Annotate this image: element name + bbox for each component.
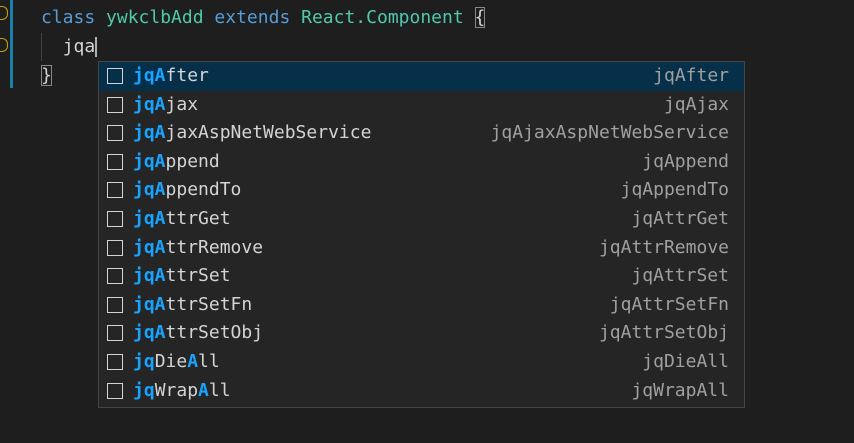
label-text: jax bbox=[165, 93, 199, 115]
suggestion-item[interactable]: jqAttrSetFn jqAttrSetFn bbox=[99, 291, 744, 320]
match-highlight: jqA bbox=[133, 150, 166, 172]
keyword-class: class bbox=[41, 7, 96, 28]
keyword-extends: extends bbox=[214, 7, 291, 28]
snippet-icon bbox=[107, 239, 123, 256]
label-text: ttrSetFn bbox=[165, 293, 253, 315]
close-brace: } bbox=[41, 65, 52, 86]
suggestion-widget[interactable]: jqAfter jqAfter jqAjax jqAjax jqAjaxAspNetWe… bbox=[98, 61, 745, 408]
label-text: ttrRemove bbox=[165, 236, 264, 258]
suggestion-detail: jqAjaxAspNetWebService bbox=[490, 122, 729, 144]
folding-icon[interactable] bbox=[0, 38, 8, 52]
suggestion-item[interactable]: jqAttrRemove jqAttrRemove bbox=[99, 234, 744, 263]
label-text: ppendTo bbox=[165, 179, 242, 201]
match-highlight: jqA bbox=[133, 207, 166, 229]
suggestion-label: jqAppendTo bbox=[133, 176, 241, 205]
open-brace: { bbox=[474, 7, 486, 28]
label-text: ppend bbox=[165, 150, 220, 172]
code-line-1[interactable]: class ywkclbAdd extends React.Component … bbox=[41, 4, 486, 32]
suggestion-item[interactable]: jqAjax jqAjax bbox=[99, 91, 744, 120]
suggestion-label: jqAttrSetObj bbox=[133, 319, 263, 348]
suggestion-label: jqAjaxAspNetWebService bbox=[133, 119, 371, 148]
suggestion-label: jqAttrGet bbox=[133, 205, 231, 234]
suggestion-detail: jqAttrGet bbox=[631, 207, 729, 229]
suggestion-detail: jqDieAll bbox=[642, 350, 729, 372]
snippet-icon bbox=[107, 353, 123, 370]
suggestion-item[interactable]: jqDieAll jqDieAll bbox=[99, 348, 744, 377]
snippet-icon bbox=[107, 325, 123, 342]
suggestion-item[interactable]: jqAppend jqAppend bbox=[99, 148, 744, 177]
label-text: fter bbox=[165, 65, 209, 86]
snippet-icon bbox=[107, 68, 123, 84]
typed-text: jqa bbox=[62, 36, 96, 57]
class-name: ywkclbAdd bbox=[106, 7, 204, 28]
suggestion-detail: jqAfter bbox=[653, 65, 729, 86]
suggestion-label: jqAttrRemove bbox=[133, 234, 263, 263]
suggestion-detail: jqAppend bbox=[642, 150, 729, 172]
snippet-icon bbox=[107, 210, 123, 227]
label-text: ttrGet bbox=[165, 207, 231, 229]
base-class: React.Component bbox=[301, 7, 464, 28]
match-highlight: jqA bbox=[133, 65, 166, 86]
match-highlight: jqA bbox=[133, 122, 166, 144]
suggestion-detail: jqAjax bbox=[663, 93, 729, 115]
label-text: jaxAspNetWebService bbox=[165, 122, 372, 144]
suggestion-label: jqAttrSet bbox=[133, 262, 231, 291]
match-highlight: jqA bbox=[133, 179, 166, 201]
suggestion-item[interactable]: jqAjaxAspNetWebService jqAjaxAspNetWebSer… bbox=[99, 119, 744, 148]
snippet-icon bbox=[107, 268, 123, 285]
editor-gutter bbox=[0, 0, 14, 443]
folding-icon[interactable] bbox=[0, 6, 8, 20]
suggestion-item[interactable]: jqAttrGet jqAttrGet bbox=[99, 205, 744, 234]
match-highlight: jqA bbox=[133, 236, 166, 258]
match-highlight: jqA bbox=[133, 265, 166, 287]
suggestion-detail: jqAttrSetObj bbox=[598, 322, 729, 344]
label-text: ll bbox=[198, 350, 220, 372]
suggestion-item[interactable]: jqAttrSet jqAttrSet bbox=[99, 262, 744, 291]
suggestion-detail: jqAttrRemove bbox=[598, 236, 729, 258]
suggestion-item[interactable]: jqAfter jqAfter bbox=[99, 62, 744, 91]
suggestion-label: jqAppend bbox=[133, 148, 220, 177]
suggestion-item[interactable]: jqWrapAll jqWrapAll bbox=[99, 377, 744, 406]
label-text: ttrSet bbox=[165, 265, 231, 287]
snippet-icon bbox=[107, 296, 123, 313]
match-highlight: jqA bbox=[133, 293, 166, 315]
text-cursor bbox=[95, 37, 98, 57]
label-text: ttrSetObj bbox=[165, 322, 264, 344]
snippet-icon bbox=[107, 96, 123, 113]
match-highlight: A bbox=[198, 379, 209, 401]
label-text: Wrap bbox=[154, 379, 199, 401]
snippet-icon bbox=[107, 153, 123, 170]
git-modified-marker bbox=[10, 0, 13, 88]
snippet-icon bbox=[107, 182, 123, 199]
suggestion-label: jqAjax bbox=[133, 91, 198, 120]
suggestion-label: jqDieAll bbox=[133, 348, 220, 377]
snippet-icon bbox=[107, 125, 123, 142]
suggestion-label: jqAttrSetFn bbox=[133, 291, 252, 320]
suggestion-detail: jqWrapAll bbox=[631, 379, 729, 401]
suggestion-detail: jqAppendTo bbox=[620, 179, 729, 201]
match-highlight: jq bbox=[133, 350, 155, 372]
match-highlight: A bbox=[187, 350, 199, 372]
code-line-3[interactable]: } bbox=[41, 62, 52, 90]
code-line-2[interactable]: jqa bbox=[41, 33, 98, 61]
match-highlight: jq bbox=[133, 379, 155, 401]
suggestion-detail: jqAttrSetFn bbox=[609, 293, 729, 315]
suggestion-item[interactable]: jqAttrSetObj jqAttrSetObj bbox=[99, 319, 744, 348]
match-highlight: jqA bbox=[133, 93, 166, 115]
snippet-icon bbox=[107, 382, 123, 399]
suggestion-label: jqAfter bbox=[133, 62, 209, 91]
code-editor[interactable]: class ywkclbAdd extends React.Component … bbox=[0, 0, 854, 443]
label-text: ll bbox=[208, 379, 231, 401]
suggestion-label: jqWrapAll bbox=[133, 377, 231, 406]
label-text: Die bbox=[154, 350, 188, 372]
suggestion-item[interactable]: jqAppendTo jqAppendTo bbox=[99, 176, 744, 205]
match-highlight: jqA bbox=[133, 322, 166, 344]
suggestion-detail: jqAttrSet bbox=[631, 265, 729, 287]
